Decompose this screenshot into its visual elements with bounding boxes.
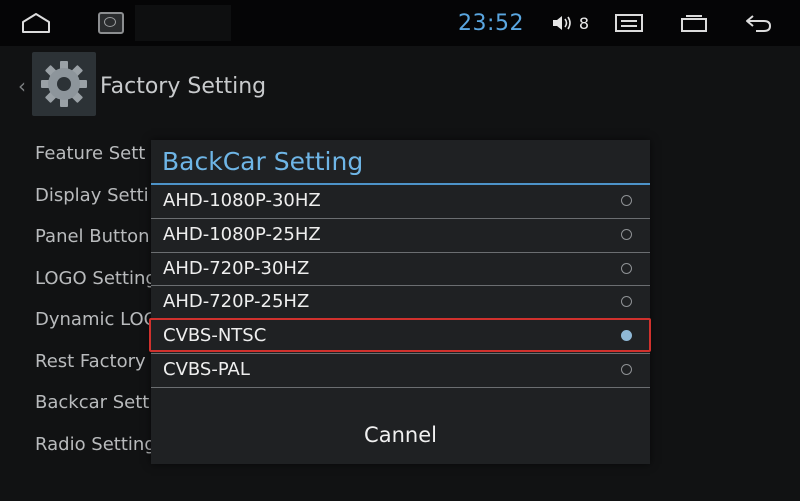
screen: 23:52 8 ‹ Factory Setting Feature Sett D… bbox=[0, 0, 800, 501]
home-icon bbox=[22, 13, 50, 33]
option-label: AHD-1080P-25HZ bbox=[163, 223, 321, 245]
cancel-button[interactable]: Cannel bbox=[151, 415, 650, 455]
menu-button[interactable] bbox=[612, 0, 646, 46]
option-ahd-1080p-30hz[interactable]: AHD-1080P-30HZ bbox=[151, 185, 650, 219]
back-button[interactable] bbox=[740, 0, 776, 46]
backcar-setting-dialog: BackCar Setting AHD-1080P-30HZ AHD-1080P… bbox=[149, 140, 651, 464]
dialog-title: BackCar Setting bbox=[162, 147, 364, 176]
app-thumbnail-icon bbox=[98, 12, 124, 34]
option-ahd-720p-25hz[interactable]: AHD-720P-25HZ bbox=[151, 286, 650, 321]
option-label: CVBS-NTSC bbox=[163, 325, 267, 347]
notification-area bbox=[135, 5, 231, 41]
option-label: AHD-720P-30HZ bbox=[163, 257, 310, 279]
option-label: CVBS-PAL bbox=[163, 358, 250, 380]
volume-indicator[interactable]: 8 bbox=[545, 0, 595, 46]
status-bar: 23:52 8 bbox=[0, 0, 800, 46]
back-icon bbox=[746, 15, 772, 32]
recent-apps-icon bbox=[681, 15, 707, 32]
volume-icon bbox=[552, 16, 571, 30]
page-header: ‹ Factory Setting bbox=[18, 52, 298, 118]
option-list: AHD-1080P-30HZ AHD-1080P-25HZ AHD-720P-3… bbox=[149, 185, 651, 388]
clock: 23:52 bbox=[458, 10, 524, 36]
option-label: AHD-720P-25HZ bbox=[163, 291, 310, 313]
option-cvbs-pal[interactable]: CVBS-PAL bbox=[151, 354, 650, 388]
menu-icon bbox=[615, 14, 643, 32]
home-button[interactable] bbox=[14, 0, 58, 46]
radio-button[interactable] bbox=[621, 262, 632, 274]
chevron-left-icon[interactable]: ‹ bbox=[18, 74, 26, 98]
recent-apps-button[interactable] bbox=[676, 0, 712, 46]
radio-button-selected[interactable] bbox=[621, 330, 632, 342]
radio-button[interactable] bbox=[621, 228, 632, 240]
option-ahd-1080p-25hz[interactable]: AHD-1080P-25HZ bbox=[151, 219, 650, 253]
recent-app-thumbnail[interactable] bbox=[96, 0, 126, 46]
volume-level: 8 bbox=[578, 13, 590, 33]
gear-icon bbox=[32, 52, 96, 116]
option-label: AHD-1080P-30HZ bbox=[163, 190, 321, 211]
option-ahd-720p-30hz[interactable]: AHD-720P-30HZ bbox=[151, 253, 650, 287]
radio-button[interactable] bbox=[621, 363, 632, 375]
radio-button[interactable] bbox=[621, 195, 632, 206]
radio-button[interactable] bbox=[621, 296, 632, 308]
page-title: Factory Setting bbox=[100, 74, 267, 99]
option-cvbs-ntsc[interactable]: CVBS-NTSC bbox=[149, 318, 651, 354]
